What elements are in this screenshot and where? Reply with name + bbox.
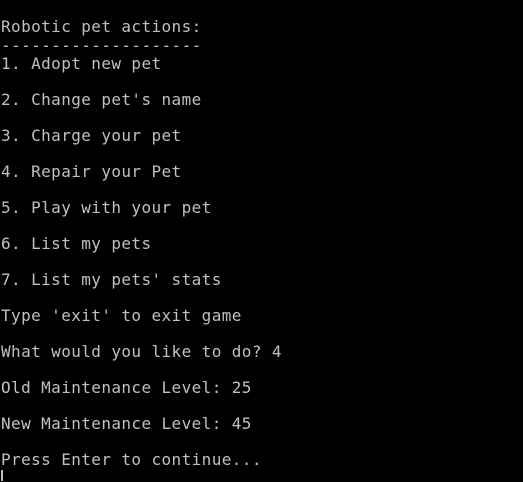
new-maintenance-level: New Maintenance Level: 45 <box>1 414 252 433</box>
menu-item-list-pets: 6. List my pets <box>1 234 152 253</box>
action-prompt[interactable]: What would you like to do? 4 <box>1 343 282 361</box>
menu-item-list-stats: 7. List my pets' stats <box>1 270 222 289</box>
text-cursor[interactable] <box>1 470 3 481</box>
menu-item-play: 5. Play with your pet <box>1 198 212 217</box>
menu-item-rename: 2. Change pet's name <box>1 90 202 109</box>
menu-separator: -------------------- <box>1 36 202 55</box>
continue-prompt: Press Enter to continue... <box>1 450 262 469</box>
menu-item-charge: 3. Charge your pet <box>1 126 182 145</box>
menu-item-repair: 4. Repair your Pet <box>1 162 182 181</box>
console-window[interactable]: Robotic pet actions: -------------------… <box>0 0 523 482</box>
menu-title: Robotic pet actions: <box>1 17 202 36</box>
exit-hint: Type 'exit' to exit game <box>1 306 242 325</box>
menu-item-adopt: 1. Adopt new pet <box>1 54 162 73</box>
old-maintenance-level: Old Maintenance Level: 25 <box>1 378 252 397</box>
